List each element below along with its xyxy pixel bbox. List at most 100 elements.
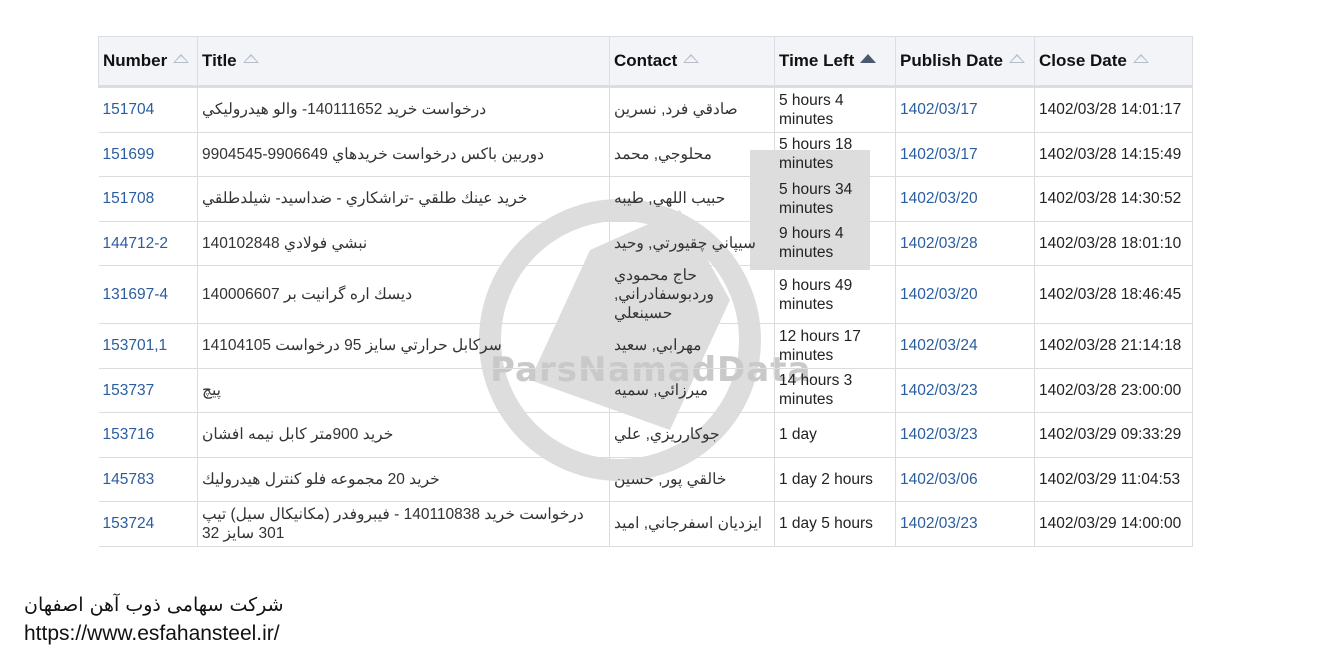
row-close-date-text: 1402/03/28 18:01:10 xyxy=(1039,234,1182,252)
row-publish-date-link-text[interactable]: 1402/03/28 xyxy=(900,235,978,252)
row-number-link-text[interactable]: 151704 xyxy=(103,101,155,118)
row-publish-date-link[interactable]: 1402/03/20 xyxy=(895,176,1035,222)
row-number-link-text[interactable]: 153724 xyxy=(103,515,155,532)
sort-icon[interactable] xyxy=(683,54,700,64)
row-time-left-text: 5 hours 34 minutes xyxy=(779,180,853,217)
row-close-date-text: 1402/03/28 14:01:17 xyxy=(1039,101,1182,119)
row-number-link[interactable]: 153701,1 xyxy=(98,323,198,369)
row-number-link-text[interactable]: 151708 xyxy=(103,190,155,207)
row-publish-date-link[interactable]: 1402/03/24 xyxy=(895,323,1035,369)
row-time-left: 5 hours 4 minutes xyxy=(774,86,896,133)
row-close-date-text: 1402/03/29 14:00:00 xyxy=(1039,515,1182,533)
col-header-close-date[interactable]: Close Date xyxy=(1034,36,1193,88)
row-time-left-text: 1 day 2 hours xyxy=(779,470,873,488)
sort-icon[interactable] xyxy=(242,54,259,64)
row-close-date-text: 1402/03/29 11:04:53 xyxy=(1039,470,1181,488)
row-contact-text: حاج محمودي وردبوسفادراني, حسينعلي xyxy=(614,267,714,322)
row-publish-date-link[interactable]: 1402/03/28 xyxy=(895,221,1035,266)
row-title-text: درخواست خريد 140110838 - فيبروفدر (مكاني… xyxy=(202,505,584,542)
table-row[interactable]: 153701,1 سركابل حرارتي سايز 95 درخواست 14… xyxy=(98,323,1193,369)
row-number-link[interactable]: 151708 xyxy=(98,176,198,222)
row-close-date: 1402/03/28 21:14:18 xyxy=(1034,323,1193,369)
row-publish-date-link-text[interactable]: 1402/03/24 xyxy=(900,337,978,354)
row-number-link-text[interactable]: 151699 xyxy=(103,146,155,163)
row-publish-date-link[interactable]: 1402/03/23 xyxy=(895,501,1035,547)
row-title-text: خريد عينك طلقي -تراشكاري - ضداسيد- شيلدط… xyxy=(202,190,528,208)
header-row: Number Title Contact Time Left Publish D… xyxy=(98,36,1193,88)
row-time-left: 5 hours 34 minutes xyxy=(774,176,896,222)
row-contact: ايزديان اسفرجاني, اميد xyxy=(609,501,775,547)
row-time-left: 1 day xyxy=(774,412,896,458)
row-number-link-text[interactable]: 131697-4 xyxy=(103,286,169,303)
row-contact: محلوجي, محمد xyxy=(609,132,775,177)
company-url[interactable]: https://www.esfahansteel.ir/ xyxy=(24,622,284,646)
col-header-number[interactable]: Number xyxy=(98,36,198,88)
row-number-link[interactable]: 153716 xyxy=(98,412,198,458)
row-number-link[interactable]: 153724 xyxy=(98,501,198,547)
table-row[interactable]: 131697-4 ديسك اره گرانيت بر 140006607 حاج … xyxy=(98,265,1193,324)
row-contact: ميرزائي, سميه xyxy=(609,368,775,413)
row-contact: صادقي فرد, نسرين xyxy=(609,86,775,133)
row-time-left-text: 5 hours 18 minutes xyxy=(779,136,853,173)
row-number-link-text[interactable]: 144712-2 xyxy=(103,235,169,252)
col-header-contact[interactable]: Contact xyxy=(609,36,775,88)
row-contact-text: ايزديان اسفرجاني, اميد xyxy=(614,515,763,533)
row-time-left-text: 1 day 5 hours xyxy=(779,515,873,533)
sort-icon[interactable] xyxy=(1132,54,1149,64)
row-publish-date-link-text[interactable]: 1402/03/17 xyxy=(900,146,978,163)
col-header-time-left[interactable]: Time Left xyxy=(774,36,896,88)
col-header-publish-date[interactable]: Publish Date xyxy=(895,36,1035,88)
row-title: خريد 900متر كابل نيمه افشان xyxy=(197,412,610,458)
row-number-link-text[interactable]: 145783 xyxy=(103,471,155,488)
row-contact-text: حبيب اللهي, طيبه xyxy=(614,190,726,208)
row-title-text: سركابل حرارتي سايز 95 درخواست 14104105 xyxy=(202,337,502,355)
row-publish-date-link-text[interactable]: 1402/03/23 xyxy=(900,426,978,443)
row-close-date: 1402/03/28 14:15:49 xyxy=(1034,132,1193,177)
row-number-link[interactable]: 145783 xyxy=(98,457,198,502)
row-publish-date-link-text[interactable]: 1402/03/20 xyxy=(900,286,978,303)
row-publish-date-link-text[interactable]: 1402/03/06 xyxy=(900,471,978,488)
row-publish-date-link-text[interactable]: 1402/03/17 xyxy=(900,101,978,118)
row-number-link[interactable]: 151704 xyxy=(98,86,198,133)
row-close-date: 1402/03/28 18:46:45 xyxy=(1034,265,1193,324)
row-time-left-text: 12 hours 17 minutes xyxy=(779,327,861,364)
row-publish-date-link-text[interactable]: 1402/03/23 xyxy=(900,382,978,399)
sort-icon[interactable] xyxy=(173,54,190,64)
row-title-text: خريد 900متر كابل نيمه افشان xyxy=(202,426,394,444)
row-publish-date-link[interactable]: 1402/03/17 xyxy=(895,86,1035,133)
row-number-link[interactable]: 153737 xyxy=(98,368,198,413)
row-number-link[interactable]: 131697-4 xyxy=(98,265,198,324)
row-close-date: 1402/03/28 23:00:00 xyxy=(1034,368,1193,413)
row-number-link-text[interactable]: 153737 xyxy=(103,382,155,399)
row-number-link[interactable]: 144712-2 xyxy=(98,221,198,266)
table-row[interactable]: 151699 دوربين باكس درخواست خريدهاي 990664… xyxy=(98,132,1193,177)
table-row[interactable]: 153716 خريد 900متر كابل نيمه افشان جوكارري… xyxy=(98,412,1193,458)
row-publish-date-link[interactable]: 1402/03/17 xyxy=(895,132,1035,177)
row-publish-date-link[interactable]: 1402/03/23 xyxy=(895,368,1035,413)
row-publish-date-link-text[interactable]: 1402/03/23 xyxy=(900,515,978,532)
row-contact: حاج محمودي وردبوسفادراني, حسينعلي xyxy=(609,265,775,324)
row-time-left: 5 hours 18 minutes xyxy=(774,132,896,177)
sort-icon[interactable] xyxy=(1008,54,1025,64)
row-publish-date-link[interactable]: 1402/03/23 xyxy=(895,412,1035,458)
row-title: درخواست خريد 140111652- والو هيدروليكي xyxy=(197,86,610,133)
row-publish-date-link-text[interactable]: 1402/03/20 xyxy=(900,190,978,207)
table-row[interactable]: 144712-2 نبشي فولادي 140102848 سيپاني چقيو… xyxy=(98,221,1193,266)
row-contact-text: محلوجي, محمد xyxy=(614,145,712,163)
row-publish-date-link[interactable]: 1402/03/20 xyxy=(895,265,1035,324)
row-publish-date-link[interactable]: 1402/03/06 xyxy=(895,457,1035,502)
table-row[interactable]: 151704 درخواست خريد 140111652- والو هيدرو… xyxy=(98,86,1193,133)
row-time-left: 12 hours 17 minutes xyxy=(774,323,896,369)
row-title-text: نبشي فولادي 140102848 xyxy=(202,234,368,252)
row-contact-text: صادقي فرد, نسرين xyxy=(614,101,738,119)
table-row[interactable]: 153737 پيچ ميرزائي, سميه 14 hours 3 minutes… xyxy=(98,368,1193,413)
row-number-link-text[interactable]: 153716 xyxy=(103,426,155,443)
table-row[interactable]: 153724 درخواست خريد 140110838 - فيبروفدر … xyxy=(98,501,1193,547)
table-row[interactable]: 145783 خريد 20 مجموعه فلو كنترل هيدروليك خ… xyxy=(98,457,1193,502)
row-number-link[interactable]: 151699 xyxy=(98,132,198,177)
row-contact: مهرابي, سعيد xyxy=(609,323,775,369)
row-number-link-text[interactable]: 153701,1 xyxy=(103,337,168,354)
col-header-title[interactable]: Title xyxy=(197,36,610,88)
table-row[interactable]: 151708 خريد عينك طلقي -تراشكاري - ضداسيد-… xyxy=(98,176,1193,222)
sort-ascending-icon[interactable] xyxy=(860,54,877,64)
